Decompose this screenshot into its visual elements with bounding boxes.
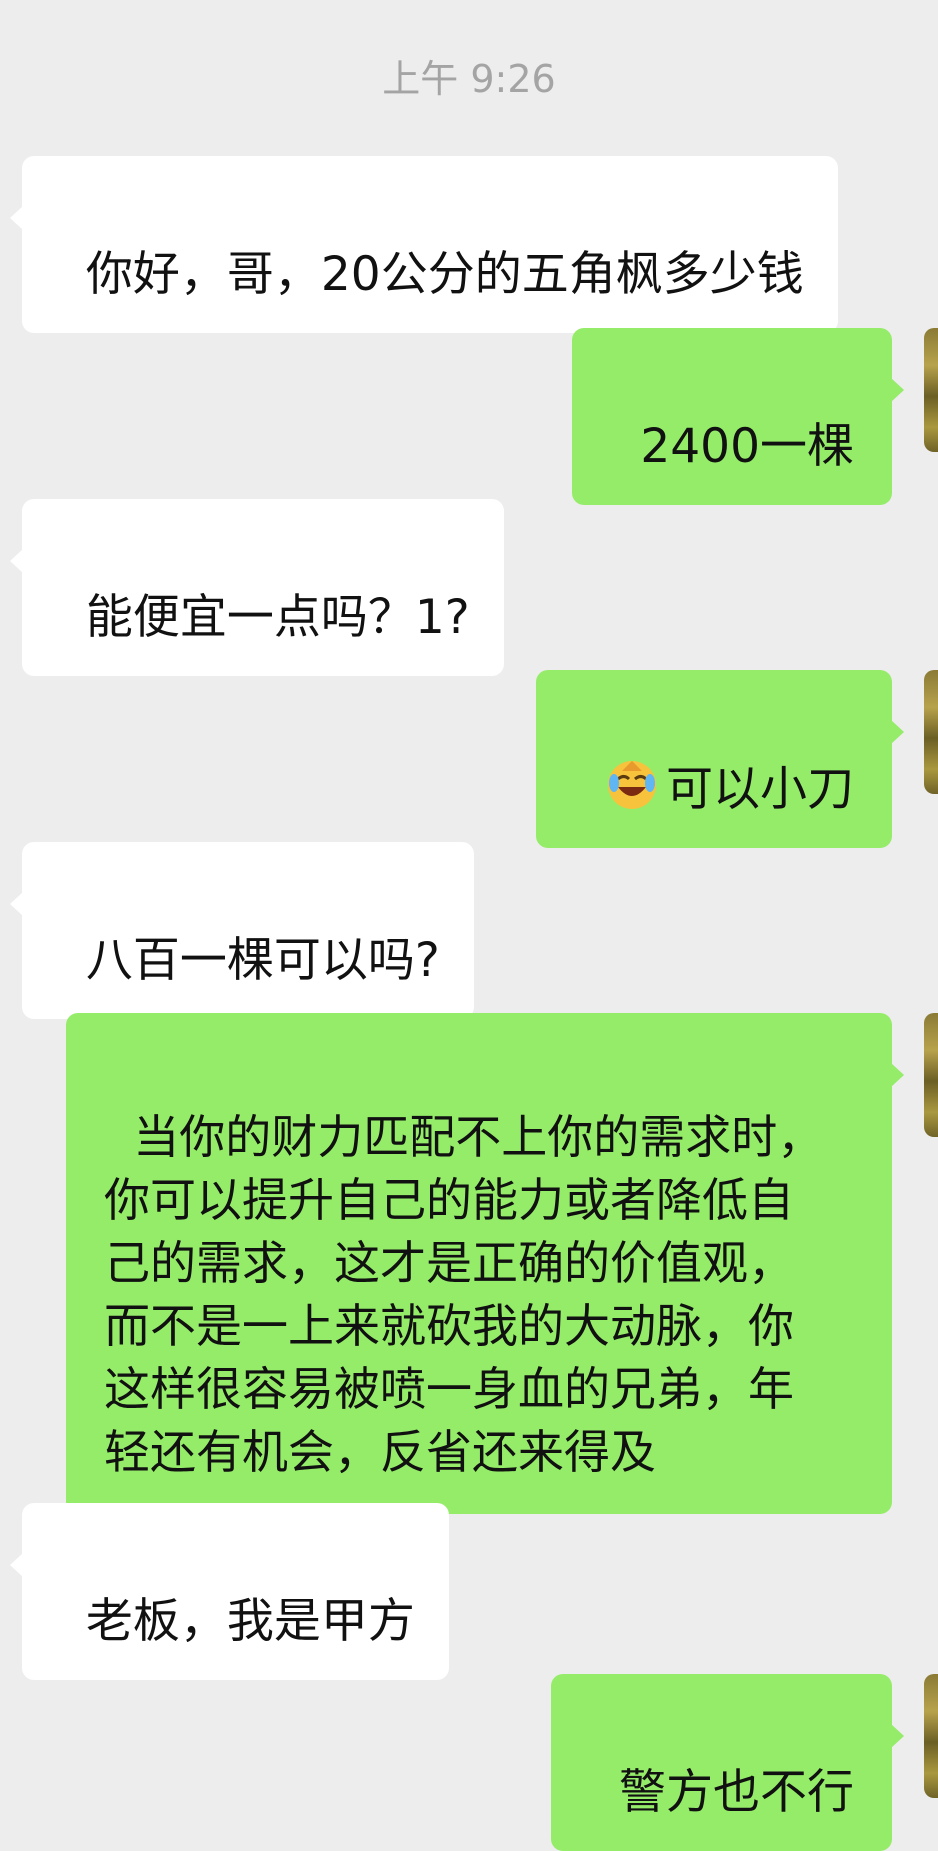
message-text: 警方也不行 xyxy=(619,1765,854,1820)
message-text: 老板，我是甲方 xyxy=(85,1594,415,1649)
sender-avatar[interactable] xyxy=(924,328,938,452)
message-text: 可以小刀 xyxy=(666,762,854,817)
message-text: 2400一棵 xyxy=(640,419,854,474)
outgoing-message-bubble[interactable]: 当你的财力匹配不上你的需求时， 你可以提升自己的能力或者降低自 己的需求，这才是… xyxy=(66,1013,904,1514)
outgoing-message-bubble[interactable]: 2400一棵 xyxy=(572,328,904,505)
incoming-message-bubble[interactable]: 能便宜一点吗？1? xyxy=(10,499,504,676)
incoming-message-bubble[interactable]: 八百一棵可以吗? xyxy=(10,842,474,1019)
sender-avatar[interactable] xyxy=(924,670,938,794)
message-text: 八百一棵可以吗? xyxy=(85,933,440,988)
incoming-message-bubble[interactable]: 老板，我是甲方 xyxy=(10,1503,449,1680)
outgoing-message-bubble[interactable]: 可以小刀 xyxy=(536,670,904,848)
face-with-tears-of-joy-icon xyxy=(608,761,656,809)
outgoing-message-bubble[interactable]: 警方也不行 xyxy=(551,1674,904,1851)
message-text: 能便宜一点吗？1? xyxy=(85,590,470,645)
message-text: 当你的财力匹配不上你的需求时， 你可以提升自己的能力或者降低自 己的需求，这才是… xyxy=(104,1110,824,1479)
message-timestamp: 上午 9:26 xyxy=(382,57,556,101)
incoming-message-bubble[interactable]: 你好，哥，20公分的五角枫多少钱 xyxy=(10,156,838,333)
sender-avatar[interactable] xyxy=(924,1674,938,1798)
message-text: 你好，哥，20公分的五角枫多少钱 xyxy=(85,247,804,302)
sender-avatar[interactable] xyxy=(924,1013,938,1137)
